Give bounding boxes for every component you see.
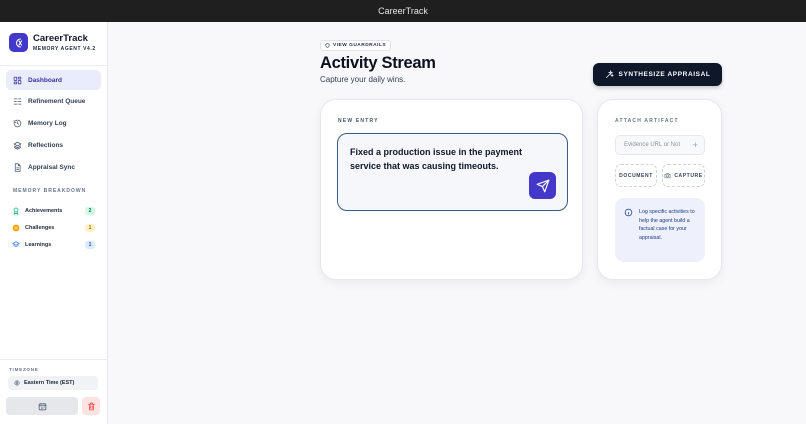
sidebar-item-label: Appraisal Sync <box>28 163 75 171</box>
capture-label: CAPTURE <box>674 172 703 179</box>
attach-artifact-card: ATTACH ARTIFACT Evidence URL or Not + DO… <box>597 99 722 280</box>
memory-item-label: Learnings <box>25 241 52 248</box>
timezone-value: Eastern Time (EST) <box>24 380 75 386</box>
page-title: Activity Stream <box>320 54 436 72</box>
document-label: DOCUMENT <box>619 172 653 179</box>
new-entry-label: NEW ENTRY <box>338 118 379 124</box>
sidebar-item-label: Refinement Queue <box>28 98 86 106</box>
memory-item-achievements[interactable]: Achievements 2 <box>12 202 95 219</box>
memory-item-learnings[interactable]: Learnings 1 <box>12 236 95 253</box>
brand-logo-icon <box>9 33 28 52</box>
memory-breakdown-list: Achievements 2 Challenges 1 Learnings 1 <box>12 202 95 253</box>
sidebar-item-dashboard[interactable]: Dashboard <box>6 70 101 90</box>
send-icon <box>536 179 549 192</box>
info-callout: Log specific activities to help the agen… <box>615 198 705 262</box>
info-icon <box>624 208 633 217</box>
sparkles-icon <box>605 70 614 78</box>
delete-button[interactable] <box>82 397 100 415</box>
capture-button[interactable]: CAPTURE <box>662 164 705 187</box>
view-guardrails-label: VIEW GUARDRAILS <box>333 43 387 48</box>
new-entry-card: NEW ENTRY Fixed a production issue in th… <box>320 99 583 280</box>
sidebar-item-memory-log[interactable]: Memory Log <box>6 114 101 134</box>
graduation-cap-icon <box>12 241 20 249</box>
evidence-url-placeholder: Evidence URL or Not <box>624 142 681 148</box>
window-titlebar: CareerTrack <box>0 0 806 22</box>
list-filter-icon <box>13 98 22 105</box>
page-subtitle: Capture your daily wins. <box>320 75 406 84</box>
trash-icon <box>87 402 95 410</box>
brand-subtitle: MEMORY AGENT V4.2 <box>33 46 96 52</box>
sidebar-nav: Dashboard Refinement Queue Memory Log Re… <box>6 70 101 179</box>
timezone-select[interactable]: Eastern Time (EST) <box>8 376 98 390</box>
memory-breakdown-title: MEMORY BREAKDOWN <box>13 188 87 194</box>
entry-textarea[interactable]: Fixed a production issue in the payment … <box>337 133 568 211</box>
sidebar-item-label: Reflections <box>28 141 64 149</box>
sidebar-item-appraisal-sync[interactable]: Appraisal Sync <box>6 157 101 177</box>
sidebar-item-label: Memory Log <box>28 120 67 128</box>
award-icon <box>12 207 20 215</box>
history-icon <box>13 119 22 128</box>
calendar-icon <box>38 402 46 410</box>
brand: CareerTrack MEMORY AGENT V4.2 <box>9 33 96 52</box>
info-text: Log specific activities to help the agen… <box>639 209 695 241</box>
evidence-url-input[interactable]: Evidence URL or Not + <box>615 135 705 155</box>
memory-item-label: Challenges <box>25 224 55 231</box>
layers-icon <box>13 141 22 150</box>
memory-item-label: Achievements <box>25 207 63 214</box>
memory-item-challenges[interactable]: Challenges 1 <box>12 219 95 236</box>
sidebar-item-label: Dashboard <box>28 76 62 84</box>
sidebar: CareerTrack MEMORY AGENT V4.2 Dashboard … <box>0 22 108 424</box>
count-badge: 2 <box>85 206 95 215</box>
document-icon <box>14 163 21 172</box>
timezone-label: TIMEZONE <box>9 367 39 372</box>
plus-icon[interactable]: + <box>693 140 698 150</box>
globe-icon <box>14 380 20 386</box>
calendar-button[interactable] <box>6 397 78 415</box>
count-badge: 1 <box>85 240 95 249</box>
count-badge: 1 <box>85 223 95 232</box>
sidebar-item-reflections[interactable]: Reflections <box>6 135 101 155</box>
divider <box>0 65 108 66</box>
camera-icon <box>664 173 671 179</box>
attach-artifact-label: ATTACH ARTIFACT <box>615 118 679 124</box>
grid-icon <box>13 76 22 84</box>
entry-text: Fixed a production issue in the payment … <box>350 147 523 171</box>
alert-icon <box>12 224 20 232</box>
send-button[interactable] <box>529 172 556 199</box>
synthesize-appraisal-button[interactable]: SYNTHESIZE APPRAISAL <box>593 63 722 86</box>
sidebar-item-refinement-queue[interactable]: Refinement Queue <box>6 92 101 112</box>
window-title: CareerTrack <box>378 6 428 16</box>
divider <box>0 359 108 360</box>
synthesize-appraisal-label: SYNTHESIZE APPRAISAL <box>618 71 711 78</box>
brand-name: CareerTrack <box>33 33 88 44</box>
shield-icon <box>325 43 330 48</box>
view-guardrails-button[interactable]: VIEW GUARDRAILS <box>320 40 392 51</box>
document-button[interactable]: DOCUMENT <box>615 164 657 187</box>
